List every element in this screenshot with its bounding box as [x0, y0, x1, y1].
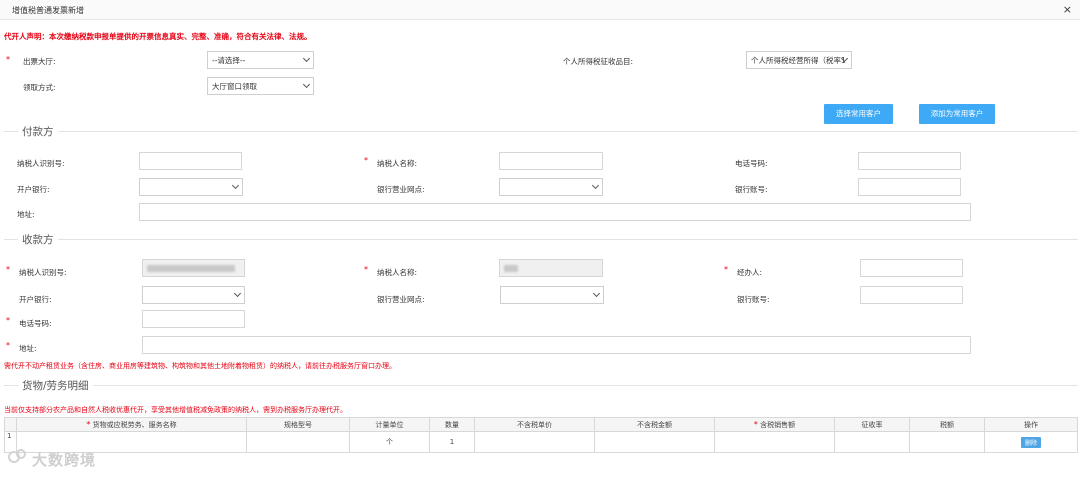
column-header — [4, 417, 17, 432]
section-divider — [4, 239, 1078, 240]
payee-note: 需代开不动产租赁业务（含住房、商业用房等建筑物、构筑物和其他土地附着物租赁）的纳… — [4, 362, 396, 370]
payee-phone-label: 电话号码: — [19, 319, 52, 328]
method-select-value: 大厅窗口领取 — [212, 82, 257, 91]
hall-select[interactable]: --请选择-- — [207, 51, 314, 69]
watermark-text: 大数跨境 — [32, 451, 97, 469]
table-row: 1 个 1 删除 — [4, 431, 1078, 453]
spec-cell[interactable] — [246, 431, 350, 453]
add-common-customer-button[interactable]: 添加为常用客户 — [919, 104, 995, 124]
column-header: 数量 — [429, 417, 475, 432]
unit-cell[interactable]: 个 — [349, 431, 430, 453]
column-header-label: 含税销售额 — [760, 420, 796, 429]
goods-note: 当前仅支持部分农产品和自然人税收优惠代开，享受其他增值税减免政策的纳税人，需到办… — [4, 406, 347, 414]
window-title: 增值税普通发票新增 — [12, 6, 84, 15]
section-divider — [4, 131, 1078, 132]
column-header: 税额 — [909, 417, 985, 432]
close-icon[interactable]: × — [1063, 3, 1072, 16]
rate-cell — [834, 431, 910, 453]
chevron-down-icon — [302, 80, 311, 89]
column-header: 不含税单价 — [474, 417, 595, 432]
required-mark: * — [364, 265, 368, 274]
action-cell: 删除 — [984, 431, 1078, 453]
payee-phone-input[interactable] — [142, 310, 245, 328]
payer-bank-branch-label: 银行营业网点: — [377, 185, 425, 194]
total-cell[interactable] — [714, 431, 835, 453]
payer-taxpayer-id-label: 纳税人识别号: — [17, 159, 65, 168]
payee-taxpayer-name-input — [499, 259, 603, 277]
chevron-down-icon — [231, 181, 240, 190]
chevron-down-icon — [233, 289, 242, 298]
chevron-down-icon — [591, 181, 600, 190]
hall-label: 出票大厅: — [23, 57, 56, 66]
payee-bank-branch-select[interactable] — [500, 286, 604, 304]
payee-bank-branch-label: 银行营业网点: — [377, 295, 425, 304]
payee-taxpayer-name-label: 纳税人名称: — [377, 268, 418, 277]
column-header-label: 货物或应税劳务、服务名称 — [92, 420, 177, 429]
payer-bank-select[interactable] — [139, 178, 243, 196]
payee-account-input[interactable] — [860, 286, 963, 304]
payer-bank-label: 开户银行: — [17, 185, 50, 194]
redacted-value — [147, 265, 235, 272]
price-cell[interactable] — [474, 431, 595, 453]
column-header: 计量单位 — [349, 417, 430, 432]
goods-section-title: 货物/劳务明细 — [18, 378, 93, 393]
payer-account-label: 银行账号: — [735, 185, 768, 194]
payer-taxpayer-name-input[interactable] — [499, 152, 603, 170]
goods-table: * 货物或应税劳务、服务名称 规格型号 计量单位 数量 不含税单价 不含税金额 … — [4, 417, 1078, 453]
payee-agent-label: 经办人: — [737, 268, 763, 277]
required-mark: * — [6, 265, 10, 274]
section-divider — [4, 385, 1078, 386]
required-mark: * — [6, 55, 10, 64]
hall-select-value: --请选择-- — [212, 56, 246, 65]
payer-address-label: 地址: — [17, 210, 35, 219]
tax-cell — [909, 431, 985, 453]
payer-section-title: 付款方 — [18, 124, 58, 139]
delete-button[interactable]: 删除 — [1020, 436, 1041, 448]
chevron-down-icon — [592, 289, 601, 298]
method-label: 领取方式: — [23, 83, 56, 92]
method-select[interactable]: 大厅窗口领取 — [207, 77, 314, 95]
column-header: 操作 — [984, 417, 1078, 432]
declaration-text: 代开人声明：本次缴纳税款申报单提供的开票信息真实、完整、准确，符合有关法律、法规… — [4, 32, 312, 41]
payee-address-input[interactable] — [142, 336, 971, 354]
required-mark: * — [724, 265, 728, 274]
payee-bank-select[interactable] — [142, 286, 245, 304]
row-index: 1 — [4, 431, 17, 453]
payee-bank-label: 开户银行: — [19, 295, 52, 304]
column-header: * 含税销售额 — [714, 417, 835, 432]
qty-cell[interactable]: 1 — [429, 431, 475, 453]
required-mark: * — [86, 419, 91, 429]
column-header: * 货物或应税劳务、服务名称 — [16, 417, 247, 432]
payee-taxpayer-id-label: 纳税人识别号: — [19, 268, 67, 277]
chevron-down-icon — [302, 54, 311, 63]
amount-cell[interactable] — [594, 431, 715, 453]
column-header: 规格型号 — [246, 417, 350, 432]
required-mark: * — [6, 341, 10, 350]
payer-phone-input[interactable] — [858, 152, 961, 170]
payee-account-label: 银行账号: — [737, 295, 770, 304]
tax-item-select[interactable]: 个人所得税经营所得（税率1 — [746, 51, 852, 69]
redacted-value — [504, 265, 518, 272]
required-mark: * — [364, 156, 368, 165]
payer-address-input[interactable] — [139, 203, 971, 221]
window-titlebar: 增值税普通发票新增 × — [0, 0, 1080, 20]
column-header: 不含税金额 — [594, 417, 715, 432]
column-header: 征收率 — [834, 417, 910, 432]
watermark-logo-icon — [16, 449, 26, 459]
payer-taxpayer-name-label: 纳税人名称: — [377, 159, 418, 168]
payee-address-label: 地址: — [19, 344, 37, 353]
required-mark: * — [6, 316, 10, 325]
payer-phone-label: 电话号码: — [735, 159, 768, 168]
payee-taxpayer-id-input — [142, 259, 245, 277]
required-mark: * — [753, 419, 758, 429]
payer-bank-branch-select[interactable] — [499, 178, 603, 196]
payer-taxpayer-id-input[interactable] — [139, 152, 242, 170]
table-header-row: * 货物或应税劳务、服务名称 规格型号 计量单位 数量 不含税单价 不含税金额 … — [4, 417, 1078, 432]
select-common-customer-button[interactable]: 选择常用客户 — [824, 104, 893, 124]
payee-agent-input[interactable] — [860, 259, 963, 277]
payer-account-input[interactable] — [858, 178, 961, 196]
tax-item-label: 个人所得税征收品目: — [563, 57, 634, 66]
payee-section-title: 收款方 — [18, 232, 58, 247]
tax-item-select-value: 个人所得税经营所得（税率1 — [751, 56, 846, 65]
